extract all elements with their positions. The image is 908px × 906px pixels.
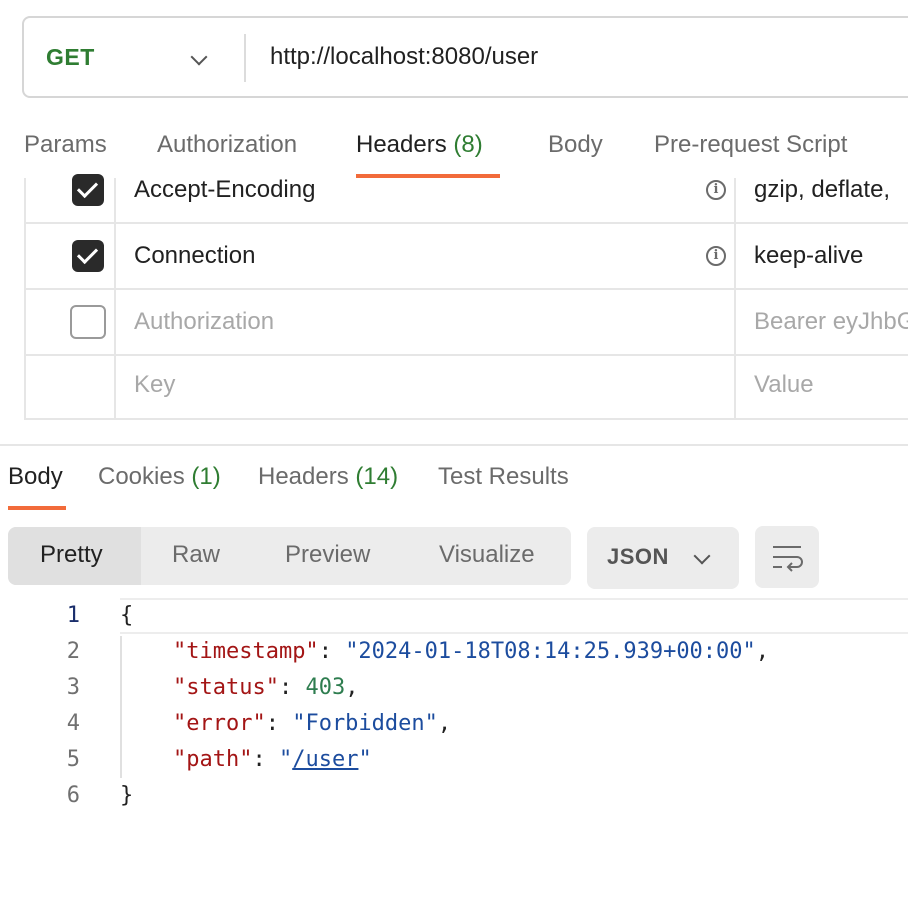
current-line-highlight — [120, 598, 908, 634]
checkbox-checked-icon[interactable] — [72, 174, 104, 206]
tab-params[interactable]: Params — [24, 131, 107, 159]
line-number: 2 — [66, 639, 80, 664]
header-value[interactable]: keep-alive — [754, 242, 863, 270]
json-key: "path" — [172, 747, 253, 772]
line-number: 6 — [66, 783, 80, 808]
table-border — [24, 178, 26, 420]
line-number: 5 — [66, 747, 80, 772]
json-quote: " — [358, 747, 372, 772]
method-select[interactable]: GET — [46, 44, 95, 71]
tab-headers-count: (8) — [453, 131, 483, 158]
table-border — [114, 178, 116, 420]
open-brace: { — [120, 603, 134, 628]
header-value[interactable]: Bearer eyJhbG — [754, 308, 908, 336]
active-response-tab-indicator — [8, 506, 66, 510]
line-number: 3 — [66, 675, 80, 700]
table-border — [24, 288, 908, 290]
table-border — [24, 354, 908, 356]
format-label: JSON — [607, 544, 669, 569]
close-brace: } — [120, 783, 134, 808]
header-key[interactable]: Connection — [134, 242, 255, 270]
response-tab-test-results[interactable]: Test Results — [438, 463, 569, 491]
json-value: "Forbidden" — [292, 711, 438, 736]
json-key: "timestamp" — [172, 639, 319, 664]
tab-authorization[interactable]: Authorization — [157, 131, 297, 159]
response-tab-cookies-count: (1) — [191, 463, 221, 490]
table-border — [734, 178, 736, 420]
wrap-lines-button[interactable] — [755, 526, 819, 588]
view-mode-raw[interactable]: Raw — [172, 541, 220, 569]
header-value[interactable]: gzip, deflate, — [754, 176, 890, 204]
wrap-lines-icon — [773, 546, 803, 572]
info-icon[interactable]: i — [706, 180, 726, 200]
view-mode-preview[interactable]: Preview — [285, 541, 370, 569]
section-divider — [0, 444, 908, 446]
header-key[interactable]: Authorization — [134, 308, 274, 336]
response-tab-cookies-label: Cookies — [98, 463, 185, 490]
checkbox-checked-icon[interactable] — [72, 240, 104, 272]
json-key: "error" — [172, 711, 266, 736]
json-quote: " — [278, 747, 293, 772]
divider — [244, 34, 246, 82]
code-line: "timestamp": "2024-01-18T08:14:25.939+00… — [172, 639, 770, 664]
json-key: "status" — [172, 675, 279, 700]
code-line: { — [120, 603, 133, 628]
response-tab-headers-label: Headers — [258, 463, 349, 490]
json-link[interactable]: /user — [292, 747, 358, 772]
json-value: 403 — [305, 675, 346, 700]
code-line: } — [120, 783, 133, 808]
view-mode-visualize[interactable]: Visualize — [439, 541, 535, 569]
tab-headers-label: Headers — [356, 131, 447, 158]
response-tab-cookies[interactable]: Cookies (1) — [98, 463, 221, 491]
url-input[interactable]: http://localhost:8080/user — [270, 43, 538, 71]
tab-headers[interactable]: Headers (8) — [356, 131, 483, 159]
response-tab-headers[interactable]: Headers (14) — [258, 463, 398, 491]
table-border — [24, 418, 908, 420]
code-line: "status": 403, — [172, 675, 359, 700]
table-border — [24, 222, 908, 224]
line-number: 1 — [66, 603, 80, 628]
response-tab-body[interactable]: Body — [8, 463, 63, 491]
value-input[interactable]: Value — [754, 371, 814, 399]
key-input[interactable]: Key — [134, 371, 175, 399]
tab-pre-request-script[interactable]: Pre-request Script — [654, 131, 847, 159]
response-tab-headers-count: (14) — [355, 463, 399, 490]
code-line: "path": "/user" — [172, 747, 372, 772]
tab-body[interactable]: Body — [548, 131, 603, 159]
checkbox-unchecked-icon[interactable] — [70, 305, 106, 339]
view-mode-pretty[interactable]: Pretty — [40, 541, 103, 569]
active-tab-indicator — [356, 174, 500, 178]
line-number: 4 — [66, 711, 80, 736]
info-icon[interactable]: i — [706, 246, 726, 266]
json-value: "2024-01-18T08:14:25.939+00:00" — [345, 639, 756, 664]
header-key[interactable]: Accept-Encoding — [134, 176, 315, 204]
code-line: "error": "Forbidden", — [172, 711, 452, 736]
